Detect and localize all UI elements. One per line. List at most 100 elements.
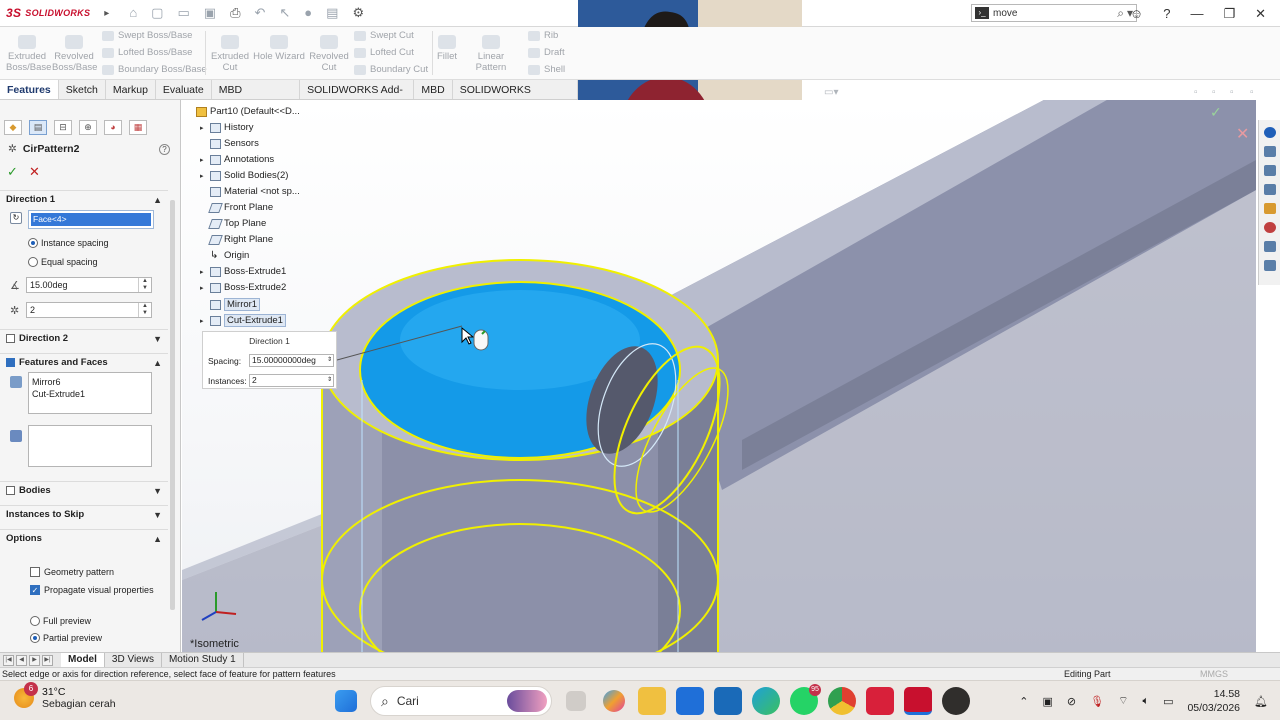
tab-markup[interactable]: Markup: [106, 80, 156, 99]
options-header[interactable]: Options ▲: [0, 529, 168, 547]
file-explorer-icon[interactable]: [638, 687, 666, 715]
taskbar-search-input[interactable]: Cari: [397, 694, 499, 708]
propagate-visual-checkbox[interactable]: ✓ Propagate visual properties: [30, 585, 154, 595]
command-search-box[interactable]: ›_ move ⌕ ▾: [971, 4, 1137, 22]
tree-item-right-plane[interactable]: Right Plane: [200, 234, 273, 245]
direction1-selection-chip[interactable]: Face<4>: [31, 213, 151, 226]
list-item[interactable]: Mirror6: [32, 376, 148, 388]
bodies-header[interactable]: Bodies ▼: [0, 481, 168, 499]
wps-office-icon[interactable]: [866, 687, 894, 715]
full-preview-radio[interactable]: Full preview: [30, 616, 91, 626]
direction1-selection-box[interactable]: Face<4>: [28, 210, 154, 229]
ok-button[interactable]: ✓: [7, 164, 18, 180]
next-tab-icon[interactable]: ▶: [29, 654, 40, 666]
whatsapp-icon[interactable]: 95: [790, 684, 821, 715]
faces-list-box[interactable]: [28, 425, 152, 467]
select-arrow-icon[interactable]: ↖: [279, 5, 290, 21]
lofted-boss-button[interactable]: Lofted Boss/Base: [102, 47, 192, 58]
close-button[interactable]: ✕: [1255, 6, 1266, 22]
rebuild-icon[interactable]: ●: [304, 5, 312, 21]
tab-model[interactable]: Model: [61, 653, 105, 667]
restore-button[interactable]: ❐: [1223, 6, 1235, 22]
tree-item-solid-bodies[interactable]: ▸ Solid Bodies(2): [200, 170, 288, 181]
first-tab-icon[interactable]: |◀: [3, 654, 14, 666]
clock[interactable]: 14.58 05/03/2026: [1187, 687, 1240, 715]
chevron-up-icon[interactable]: ▲: [153, 534, 162, 544]
instances-to-skip-header[interactable]: Instances to Skip ▼: [0, 505, 168, 523]
help-icon[interactable]: ?: [159, 144, 170, 155]
features-list-box[interactable]: Mirror6 Cut-Extrude1: [28, 372, 152, 414]
appearances-icon[interactable]: [1263, 222, 1276, 233]
battery-icon[interactable]: ▭: [1163, 695, 1173, 708]
property-manager-scrollbar[interactable]: [170, 200, 175, 610]
volume-icon[interactable]: 🔈︎: [1142, 695, 1149, 708]
cancel-button[interactable]: ✕: [29, 164, 40, 180]
equal-spacing-radio[interactable]: Equal spacing: [28, 257, 98, 267]
hole-wizard-button[interactable]: Hole Wizard: [253, 35, 305, 62]
help-icon[interactable]: ?: [1163, 6, 1170, 21]
tree-item-cut-extrude1[interactable]: ▸ Cut-Extrude1: [200, 314, 286, 327]
cam-manager-icon[interactable]: ▦: [129, 120, 147, 135]
open-folder-icon[interactable]: ▭: [177, 5, 189, 21]
tree-item-top-plane[interactable]: Top Plane: [200, 218, 266, 229]
viewport-maximize-icon[interactable]: ▫: [1250, 87, 1254, 98]
tree-item-material[interactable]: Material <not sp...: [200, 186, 300, 197]
spinner-arrows-icon[interactable]: ▲ ▼: [138, 278, 151, 292]
tree-item-sensors[interactable]: Sensors: [200, 138, 259, 149]
expand-icon[interactable]: ▸: [200, 172, 207, 180]
revolved-boss-button[interactable]: Revolved Boss/Base: [52, 35, 97, 73]
edge-icon[interactable]: [752, 687, 780, 715]
tree-item-boss-extrude1[interactable]: ▸ Boss-Extrude1: [200, 266, 286, 277]
view-palette-icon[interactable]: [1263, 203, 1276, 214]
partial-preview-radio[interactable]: Partial preview: [30, 633, 102, 643]
direction2-header[interactable]: Direction 2 ▼: [0, 329, 168, 347]
expand-icon[interactable]: ▸: [200, 156, 207, 164]
solidworks-forum-icon[interactable]: [1263, 260, 1276, 271]
minimize-button[interactable]: —: [1190, 6, 1203, 21]
weather-widget[interactable]: 6 31°C Sebagian cerah: [14, 682, 116, 710]
tree-item-history[interactable]: ▸ History: [200, 122, 254, 133]
chevron-down-icon[interactable]: ▼: [153, 486, 162, 496]
print-icon[interactable]: ⎙: [230, 5, 240, 21]
lofted-cut-button[interactable]: Lofted Cut: [354, 47, 414, 58]
azure-icon[interactable]: [676, 687, 704, 715]
draft-button[interactable]: Draft: [528, 47, 565, 58]
account-icon[interactable]: ☺: [1130, 6, 1143, 21]
instances-spinbox[interactable]: 2 ▲ ▼: [26, 302, 152, 318]
menu-expand-icon[interactable]: ▸: [104, 8, 109, 19]
custom-properties-icon[interactable]: [1263, 241, 1276, 252]
viewport-minimize-icon[interactable]: ▫: [1194, 87, 1198, 98]
extruded-boss-button[interactable]: Extruded Boss/Base: [6, 35, 51, 73]
extruded-cut-button[interactable]: Extruded Cut: [209, 35, 251, 73]
chevron-down-icon[interactable]: ▼: [153, 510, 162, 520]
wifi-icon[interactable]: ⌔: [1118, 694, 1128, 708]
tree-item-origin[interactable]: ↳ Origin: [200, 250, 249, 261]
solidworks-resources-icon[interactable]: [1263, 127, 1276, 138]
confirmation-corner-cancel-icon[interactable]: ✕: [1236, 124, 1249, 144]
tab-evaluate[interactable]: Evaluate: [156, 80, 212, 99]
linear-pattern-button[interactable]: Linear Pattern: [462, 35, 520, 73]
viewport-restore-icon[interactable]: ▫: [1230, 87, 1234, 98]
revolved-cut-button[interactable]: Revolved Cut: [308, 35, 350, 73]
taskbar-search[interactable]: ⌕ Cari: [370, 686, 552, 716]
fillet-button[interactable]: Fillet: [436, 35, 458, 62]
swept-cut-button[interactable]: Swept Cut: [354, 30, 414, 41]
tree-root-part[interactable]: Part10 (Default<<D...: [196, 106, 300, 117]
new-document-icon[interactable]: ▢: [151, 5, 163, 21]
shell-button[interactable]: Shell: [528, 64, 565, 75]
tab-motion-study[interactable]: Motion Study 1: [162, 653, 244, 667]
file-explorer-icon[interactable]: [1263, 184, 1276, 195]
display-style-icon[interactable]: ▭▾: [824, 87, 838, 98]
reverse-direction-icon[interactable]: ↻: [10, 212, 22, 224]
tray-app-icon[interactable]: ▣: [1043, 695, 1053, 708]
start-windows-icon[interactable]: [335, 690, 357, 712]
tree-item-annotations[interactable]: ▸ Annotations: [200, 154, 274, 165]
spinner-icon[interactable]: ⇕: [327, 375, 332, 386]
direction2-checkbox[interactable]: [6, 334, 15, 343]
feature-manager-icon[interactable]: ◆: [4, 120, 22, 135]
viewport-tile-icon[interactable]: ▫: [1212, 87, 1216, 98]
tab-sketch[interactable]: Sketch: [59, 80, 106, 99]
search-icon[interactable]: ⌕: [1117, 6, 1124, 21]
meet-now-icon[interactable]: ⊘: [1067, 695, 1076, 708]
unit-system[interactable]: MMGS: [1200, 668, 1228, 680]
